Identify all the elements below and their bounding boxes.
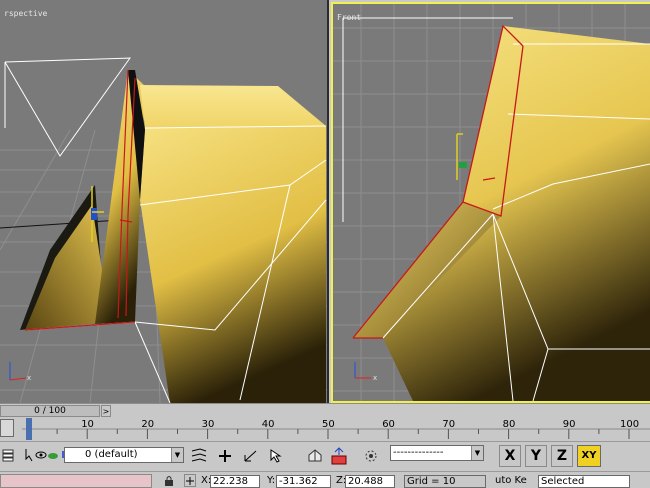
auto-key-button[interactable]: uto Ke: [495, 475, 527, 487]
y-coord-field[interactable]: -31.362: [276, 475, 331, 488]
track-tick-label: 50: [322, 419, 335, 430]
add-to-layer-icon[interactable]: [214, 446, 236, 466]
track-tick-label: 60: [382, 419, 395, 430]
axis-tripod-icon: x: [354, 362, 377, 382]
transform-gizmo-icon: [456, 133, 467, 180]
absolute-mode-icon[interactable]: [184, 474, 196, 487]
track-tick-label: 20: [141, 419, 154, 430]
grid-size-field: Grid = 10: [404, 475, 486, 488]
maxscript-listener-field[interactable]: [0, 474, 152, 488]
axis-y-button[interactable]: Y: [525, 445, 547, 467]
layer-dropdown[interactable]: 0 (default) ▼: [64, 447, 184, 463]
snap-settings-icon[interactable]: [360, 446, 382, 466]
perspective-viewport[interactable]: x rspective: [0, 0, 329, 403]
set-current-layer-icon[interactable]: [266, 446, 288, 466]
track-tick-label: 90: [563, 419, 576, 430]
chevron-down-icon[interactable]: ▼: [471, 446, 483, 460]
key-filter-value: Selected: [541, 476, 585, 487]
track-bar[interactable]: 10 20 30 40 50 60 70 80 90 100: [0, 417, 650, 441]
track-ruler[interactable]: 10 20 30 40 50 60 70 80 90 100: [22, 417, 650, 441]
selection-filter-value: --------------: [393, 447, 444, 458]
axis-tripod-icon: x: [9, 362, 31, 382]
axis-x-button[interactable]: X: [499, 445, 521, 467]
next-frame-button[interactable]: >: [101, 405, 111, 417]
track-tick-label: 40: [262, 419, 275, 430]
select-layer-objects-icon[interactable]: [240, 446, 262, 466]
track-tick-label: 100: [620, 419, 639, 430]
layers-icon[interactable]: [2, 447, 14, 463]
track-tick-label: 70: [442, 419, 455, 430]
chevron-down-icon[interactable]: ▼: [171, 448, 183, 462]
front-viewport[interactable]: x Front: [331, 2, 650, 403]
current-frame-marker: [26, 418, 32, 440]
layer-state-icons[interactable]: [24, 448, 68, 462]
time-slider-thumb[interactable]: 0 / 100: [0, 405, 100, 417]
svg-text:x: x: [27, 374, 31, 382]
axis-z-button[interactable]: Z: [551, 445, 573, 467]
curve-editor-icon[interactable]: [0, 419, 14, 437]
key-filter-dropdown[interactable]: Selected: [538, 475, 630, 488]
track-tick-label: 30: [202, 419, 215, 430]
z-coord-field[interactable]: 20.488: [345, 475, 395, 488]
layer-manager-icon[interactable]: [188, 446, 210, 466]
time-slider[interactable]: 0 / 100 >: [0, 403, 650, 417]
layer-dropdown-value: 0 (default): [85, 449, 138, 460]
svg-text:x: x: [373, 374, 377, 382]
y-coord-label: Y:: [267, 475, 276, 486]
viewport-label-front[interactable]: Front: [337, 13, 361, 22]
lock-icon[interactable]: [163, 474, 175, 487]
front-scene: x: [333, 4, 650, 401]
render-setup-icon[interactable]: [328, 446, 350, 466]
status-bar: X: 22.238 Y: -31.362 Z: 20.488 Grid = 10…: [0, 471, 650, 488]
x-coord-field[interactable]: 22.238: [210, 475, 260, 488]
teapot-render-icon[interactable]: [304, 446, 326, 466]
bottom-toolbar: 0 (default) ▼ -------------- ▼ X Y Z XY: [0, 441, 650, 471]
axis-xy-button[interactable]: XY: [577, 445, 601, 467]
selection-filter-dropdown[interactable]: -------------- ▼: [390, 445, 484, 461]
perspective-scene: x: [0, 57, 327, 403]
track-tick-label: 80: [503, 419, 516, 430]
track-tick-label: 10: [81, 419, 94, 430]
viewport-label-perspective[interactable]: rspective: [4, 9, 47, 18]
